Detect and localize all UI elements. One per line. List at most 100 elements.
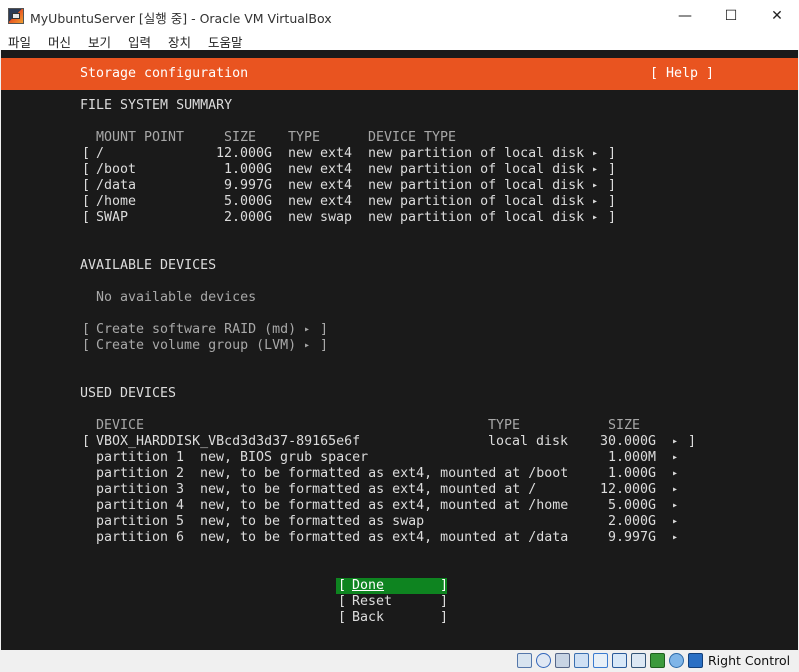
back-label: Back [352, 610, 385, 625]
row-close-bracket: ] [608, 210, 617, 225]
done-open-bracket: [ [338, 578, 347, 593]
window-title: MyUbuntuServer [실행 중] - Oracle VM Virtua… [30, 11, 332, 26]
row-arrow-icon[interactable]: ▸ [592, 162, 598, 178]
raid-arrow-icon: ▸ [304, 324, 311, 335]
minimize-button[interactable]: — [662, 0, 708, 32]
fs-device-type: new partition of local disk [368, 146, 585, 161]
usb-icon[interactable] [593, 653, 608, 668]
done-button[interactable]: [ Done ] [336, 578, 449, 594]
fs-size: 2.000G [223, 210, 272, 225]
row-close-bracket: ] [608, 178, 617, 193]
fs-type: new ext4 [288, 194, 353, 209]
cpu-icon[interactable] [669, 653, 684, 668]
maximize-button[interactable]: ☐ [708, 0, 754, 32]
col-type: TYPE [288, 130, 321, 145]
partition-name: partition 4 [96, 498, 185, 513]
harddisk-icon[interactable] [517, 653, 532, 668]
fs-size: 9.997G [223, 178, 272, 193]
done-close-bracket: ] [440, 578, 449, 593]
menu-input[interactable]: 입력 [128, 32, 151, 51]
fs-size: 5.000G [223, 194, 272, 209]
menu-devices[interactable]: 장치 [168, 32, 191, 51]
fs-type: new ext4 [288, 178, 353, 193]
partition-name: partition 2 [96, 466, 185, 481]
fs-device-type: new partition of local disk [368, 210, 585, 225]
lvm-arrow-icon: ▸ [304, 340, 311, 351]
audio-icon[interactable] [555, 653, 570, 668]
page-title: Storage configuration [80, 66, 249, 81]
back-close-bracket: ] [440, 610, 449, 625]
partition-arrow-icon[interactable]: ▸ [672, 450, 678, 466]
network-icon[interactable] [574, 653, 589, 668]
used-devices-title: USED DEVICES [80, 386, 177, 401]
row-close-bracket: ] [608, 146, 617, 161]
disk-type: local disk [488, 434, 569, 449]
partition-arrow-icon[interactable]: ▸ [672, 482, 678, 498]
no-devices-text: No available devices [96, 290, 257, 305]
mouse-integration-icon[interactable] [688, 653, 703, 668]
row-open-bracket: [ [82, 210, 91, 225]
disk-open-bracket: [ [82, 434, 91, 449]
help-button[interactable]: [ Help ] [650, 66, 714, 82]
partition-arrow-icon[interactable]: ▸ [672, 530, 678, 546]
fs-device-type: new partition of local disk [368, 162, 585, 177]
fs-mount: / [96, 146, 105, 161]
fs-mount: /boot [96, 162, 137, 177]
fs-summary-title: FILE SYSTEM SUMMARY [80, 98, 233, 113]
fs-mount: SWAP [96, 210, 129, 225]
partition-size: 1.000G [607, 466, 656, 481]
partition-desc: new, to be formatted as ext4, mounted at… [200, 498, 569, 513]
menu-view[interactable]: 보기 [88, 32, 111, 51]
available-devices-title: AVAILABLE DEVICES [80, 258, 217, 273]
recording-icon[interactable] [650, 653, 665, 668]
fs-type: new swap [288, 210, 353, 225]
close-button[interactable]: ✕ [754, 0, 799, 32]
fs-type: new ext4 [288, 146, 353, 161]
statusbar: Right Control [0, 650, 799, 672]
row-close-bracket: ] [608, 194, 617, 209]
row-open-bracket: [ [82, 194, 91, 209]
menu-help[interactable]: 도움말 [208, 32, 243, 51]
row-close-bracket: ] [608, 162, 617, 177]
menu-machine[interactable]: 머신 [48, 32, 71, 51]
partition-desc: new, to be formatted as swap [200, 514, 425, 529]
disk-arrow-icon[interactable]: ▸ [672, 434, 678, 450]
partition-size: 5.000G [607, 498, 656, 513]
reset-close-bracket: ] [440, 594, 449, 609]
row-arrow-icon[interactable]: ▸ [592, 178, 598, 194]
fs-mount: /data [96, 178, 137, 193]
raid-open-bracket: [ [82, 322, 91, 337]
done-label: Done [352, 578, 385, 593]
partition-name: partition 3 [96, 482, 185, 497]
menubar: 파일 머신 보기 입력 장치 도움말 [0, 32, 799, 50]
disk-name: VBOX_HARDDISK_VBcd3d3d37-89165e6f [96, 434, 361, 449]
partition-arrow-icon[interactable]: ▸ [672, 498, 678, 514]
optical-disk-icon[interactable] [536, 653, 551, 668]
disk-close-bracket: ] [688, 434, 697, 449]
vm-display[interactable]: Storage configuration [ Help ] FILE SYST… [1, 50, 798, 650]
menu-file[interactable]: 파일 [8, 32, 31, 51]
back-open-bracket: [ [338, 610, 347, 625]
fs-device-type: new partition of local disk [368, 194, 585, 209]
reset-open-bracket: [ [338, 594, 347, 609]
fs-size: 1.000G [223, 162, 272, 177]
row-open-bracket: [ [82, 178, 91, 193]
display-icon[interactable] [631, 653, 646, 668]
lvm-open-bracket: [ [82, 338, 91, 353]
col-size: SIZE [224, 130, 257, 145]
fs-device-type: new partition of local disk [368, 178, 585, 193]
shared-folder-icon[interactable] [612, 653, 627, 668]
partition-arrow-icon[interactable]: ▸ [672, 466, 678, 482]
row-open-bracket: [ [82, 146, 91, 161]
partition-desc: new, to be formatted as ext4, mounted at… [200, 466, 569, 481]
row-arrow-icon[interactable]: ▸ [592, 210, 598, 226]
create-raid-label: Create software RAID (md) [96, 322, 297, 337]
installer-header: Storage configuration [ Help ] [1, 58, 798, 90]
partition-size: 9.997G [607, 530, 656, 545]
host-key-label: Right Control [708, 653, 791, 668]
partition-arrow-icon[interactable]: ▸ [672, 514, 678, 530]
reset-label: Reset [352, 594, 393, 609]
raid-close-bracket: ] [320, 322, 329, 337]
row-arrow-icon[interactable]: ▸ [592, 146, 598, 162]
row-arrow-icon[interactable]: ▸ [592, 194, 598, 210]
